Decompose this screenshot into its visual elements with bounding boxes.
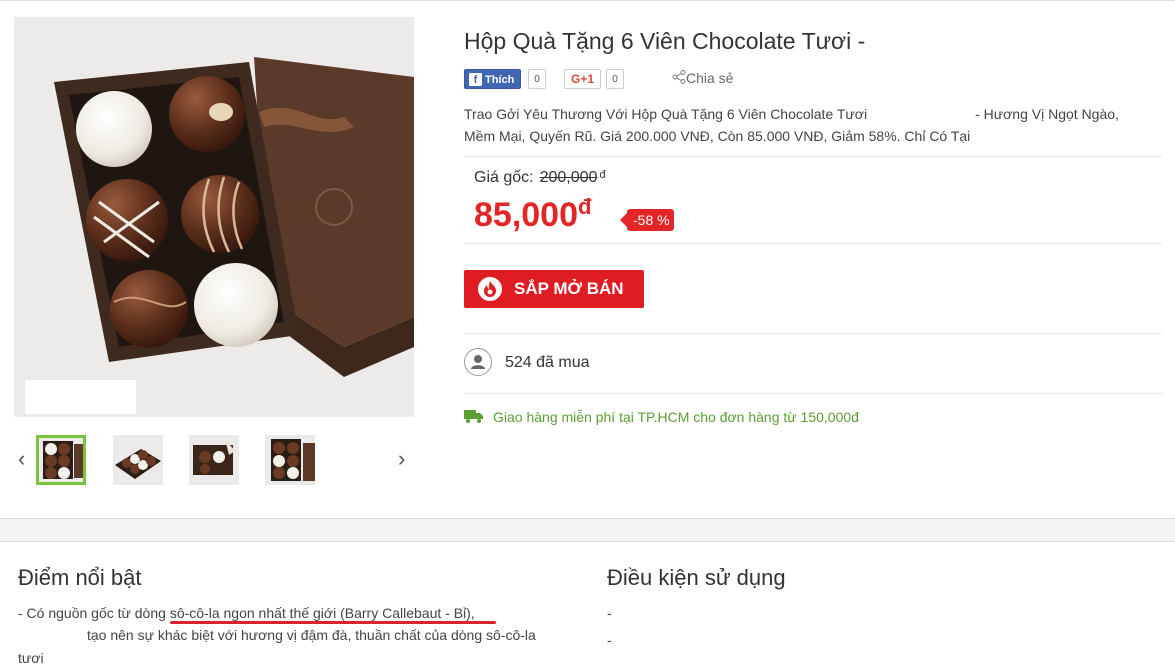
user-icon xyxy=(464,348,492,376)
social-bar: f Thích 0 G+1 0 Chia sẻ xyxy=(464,68,884,92)
fire-icon xyxy=(478,277,502,301)
terms-item-2: - xyxy=(607,632,612,648)
sold-count-text: 524 đã mua xyxy=(505,354,590,371)
red-underline-annotation xyxy=(170,621,496,624)
highlights-text-a: - Có nguồn gốc từ dòng xyxy=(18,605,170,621)
thumbnail-2[interactable] xyxy=(113,435,163,485)
highlights-line-3: tươi xyxy=(18,650,44,666)
divider xyxy=(464,333,1162,334)
thumbnail-image xyxy=(189,435,239,485)
description-text-b: - Hương Vị Ngọt Ngào, xyxy=(975,106,1119,122)
divider xyxy=(464,393,1162,394)
terms-item-1: - xyxy=(607,605,612,621)
gplus-count: 0 xyxy=(606,69,624,89)
currency-symbol: đ xyxy=(599,169,606,181)
original-price-label: Giá gốc: xyxy=(474,169,534,186)
gplus-button[interactable]: G+1 xyxy=(564,69,601,89)
share-icon xyxy=(672,70,686,84)
highlights-line-1: - Có nguồn gốc từ dòng sô-cô-la ngon nhấ… xyxy=(18,605,475,621)
highlights-title: Điểm nổi bật xyxy=(18,565,142,590)
fb-like-button[interactable]: f Thích xyxy=(464,69,521,89)
chevron-right-icon[interactable]: › xyxy=(398,446,405,472)
share-label: Chia sẻ xyxy=(686,70,734,86)
thumbnail-4[interactable] xyxy=(265,435,315,485)
coming-soon-label: SẮP MỞ BÁN xyxy=(514,279,624,298)
image-overlay-patch xyxy=(25,380,136,414)
section-divider xyxy=(0,518,1175,542)
coming-soon-button[interactable]: SẮP MỞ BÁN xyxy=(464,270,644,308)
truck-icon xyxy=(464,410,483,423)
sale-price: 85,000đ xyxy=(474,194,592,235)
product-title: Hộp Quà Tặng 6 Viên Chocolate Tươi - xyxy=(464,28,866,54)
shipping-text: Giao hàng miễn phí tại TP.HCM cho đơn hà… xyxy=(493,409,859,425)
highlights-text-b: sô-cô-la ngon nhất thế giới (Barry Calle… xyxy=(169,605,475,621)
thumbnail-image xyxy=(265,435,315,485)
top-border xyxy=(0,0,1175,1)
divider xyxy=(464,156,1162,157)
fb-icon: f xyxy=(469,73,482,86)
thumbnail-3[interactable] xyxy=(189,435,239,485)
description-text-c: Mềm Mại, Quyến Rũ. Giá 200.000 VNĐ, Còn … xyxy=(464,128,971,144)
thumbnail-strip: ‹ › xyxy=(14,432,414,488)
description-text-a: Trao Gởi Yêu Thương Với Hộp Quà Tặng 6 V… xyxy=(464,106,868,122)
chevron-left-icon[interactable]: ‹ xyxy=(18,446,25,472)
thumbnail-1[interactable] xyxy=(36,435,86,485)
discount-badge: -58 % xyxy=(620,209,674,231)
divider xyxy=(464,243,1162,244)
chocolate-box-image xyxy=(14,17,414,417)
original-price-value: 200,000 xyxy=(539,169,598,186)
fb-like-label: Thích xyxy=(485,74,515,86)
currency-symbol: đ xyxy=(578,194,592,219)
terms-title: Điều kiện sử dụng xyxy=(607,565,786,590)
fb-like-count: 0 xyxy=(528,69,546,89)
product-description: Trao Gởi Yêu Thương Với Hộp Quà Tặng 6 V… xyxy=(464,103,1164,147)
original-price: Giá gốc: 200,000 đ xyxy=(474,169,606,187)
sale-price-value: 85,000 xyxy=(474,196,578,234)
share-button[interactable]: Chia sẻ xyxy=(672,70,733,86)
product-main-image[interactable] xyxy=(14,17,414,417)
highlights-line-2: tạo nên sự khác biệt với hương vị đậm đà… xyxy=(87,627,536,643)
thumbnail-image xyxy=(39,438,83,482)
thumbnail-image xyxy=(113,435,163,485)
